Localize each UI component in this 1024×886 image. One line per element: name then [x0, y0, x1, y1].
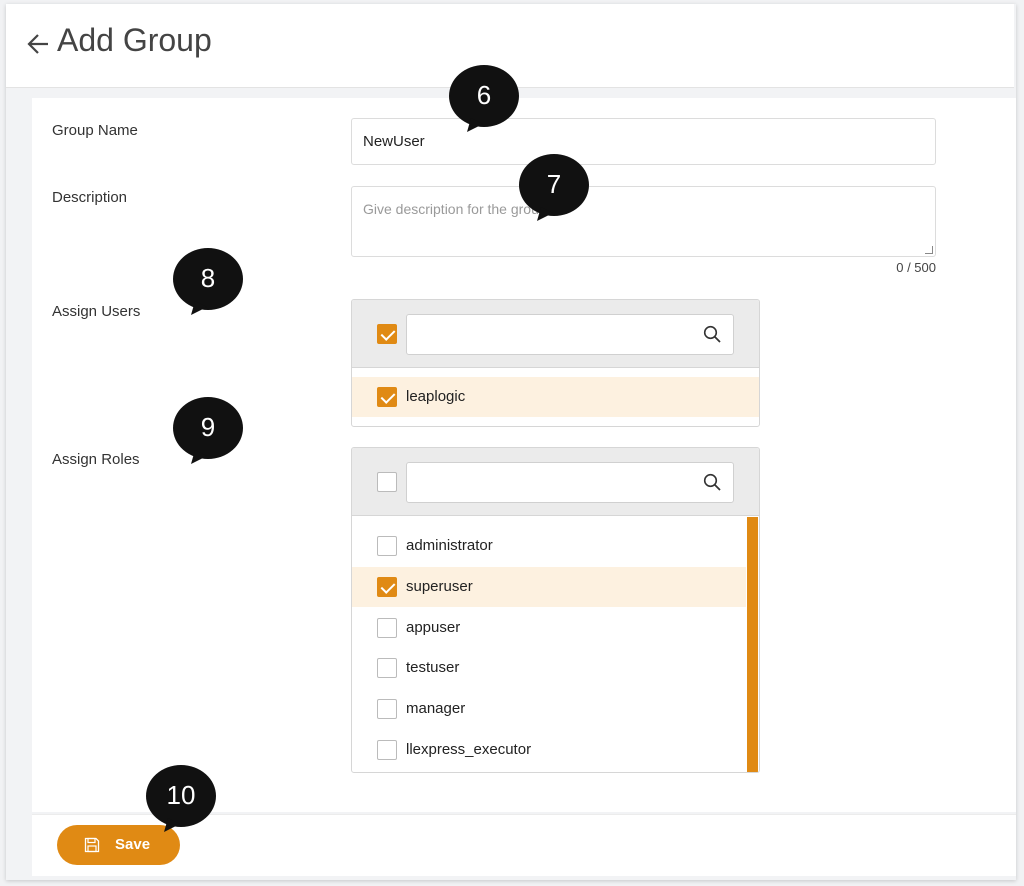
assign-roles-label: Assign Roles: [52, 451, 140, 468]
users-list-header: [352, 300, 759, 368]
list-item[interactable]: leaplogic: [352, 377, 759, 417]
roles-scrollbar[interactable]: [747, 517, 758, 772]
roles-select-all-checkbox[interactable]: [377, 472, 397, 492]
callout-bubble: 7: [519, 153, 589, 221]
assign-roles-list: administrator superuser appuser testuser…: [351, 447, 760, 773]
group-name-input[interactable]: NewUser: [351, 118, 936, 165]
character-counter: 0 / 500: [896, 260, 936, 275]
assign-users-label: Assign Users: [52, 303, 141, 320]
administrator-checkbox[interactable]: [377, 536, 397, 556]
roles-list-header: [352, 448, 759, 516]
manager-checkbox[interactable]: [377, 699, 397, 719]
list-item[interactable]: llexpress_executor: [352, 730, 746, 770]
llexpress-executor-checkbox[interactable]: [377, 740, 397, 760]
resize-grip-icon[interactable]: [925, 246, 933, 254]
superuser-checkbox[interactable]: [377, 577, 397, 597]
save-button-label: Save: [115, 836, 151, 853]
list-item-label: superuser: [406, 578, 473, 595]
callout-bubble: 8: [173, 247, 243, 315]
assign-users-list: leaplogic: [351, 299, 760, 427]
callout-bubble: 6: [449, 64, 519, 132]
group-name-label: Group Name: [52, 122, 138, 139]
list-item-label: testuser: [406, 659, 460, 676]
roles-search-input[interactable]: [406, 462, 734, 503]
list-item[interactable]: manager: [352, 689, 746, 729]
list-item-label: appuser: [406, 619, 461, 636]
page-title: Add Group: [57, 22, 212, 58]
list-item-label: leaplogic: [406, 388, 466, 405]
list-item-label: manager: [406, 700, 466, 717]
floppy-disk-icon: [84, 837, 100, 853]
description-textarea[interactable]: Give description for the group: [351, 186, 936, 257]
search-icon[interactable]: [703, 473, 721, 491]
description-label: Description: [52, 189, 128, 206]
list-item-label: llexpress_executor: [406, 741, 532, 758]
callout-bubble: 10: [146, 764, 216, 832]
search-icon[interactable]: [703, 325, 721, 343]
list-item-label: administrator: [406, 537, 493, 554]
list-item[interactable]: appuser: [352, 608, 746, 648]
users-search-input[interactable]: [406, 314, 734, 355]
appuser-checkbox[interactable]: [377, 618, 397, 638]
list-item[interactable]: testuser: [352, 648, 746, 688]
arrow-left-icon[interactable]: [26, 24, 56, 64]
list-item[interactable]: administrator: [352, 526, 746, 566]
callout-bubble: 9: [173, 396, 243, 464]
leaplogic-checkbox[interactable]: [377, 387, 397, 407]
users-select-all-checkbox[interactable]: [377, 324, 397, 344]
list-item[interactable]: superuser: [352, 567, 746, 607]
testuser-checkbox[interactable]: [377, 658, 397, 678]
